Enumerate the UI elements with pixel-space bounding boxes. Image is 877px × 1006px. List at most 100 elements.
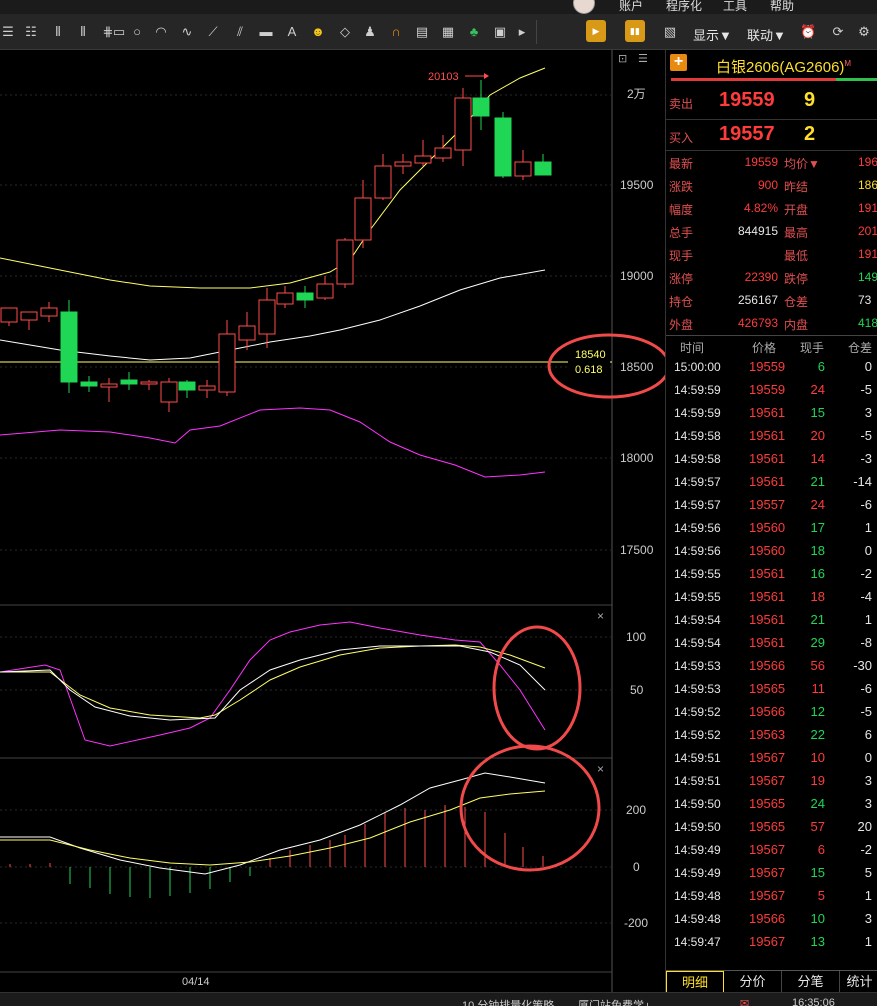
tick-time: 14:59:55	[674, 567, 721, 581]
tick-row[interactable]: 14:59:58 19561 20 -5	[666, 425, 877, 448]
sync-icon[interactable]: ⟳	[830, 24, 846, 40]
orderbook-sell-row[interactable]: 卖出 19559 9	[666, 86, 877, 116]
kline-chart[interactable]: 2万 19500 19000 18500 18000 17500 100 50 …	[0, 50, 665, 992]
fib-lines-icon[interactable]: ⦀	[75, 24, 91, 40]
calculator-icon[interactable]: ▦	[440, 24, 456, 40]
tick-time: 14:59:48	[674, 912, 721, 926]
fan-icon[interactable]: ⟋	[205, 24, 221, 40]
smiley-icon[interactable]: ☻	[310, 24, 326, 40]
tick-row[interactable]: 14:59:52 19566 12 -5	[666, 701, 877, 724]
tick-row[interactable]: 14:59:58 19561 14 -3	[666, 448, 877, 471]
tick-price: 19566	[749, 911, 786, 926]
bell-icon[interactable]: ♟	[362, 24, 378, 40]
tick-row[interactable]: 14:59:51 19567 10 0	[666, 747, 877, 770]
table-icon[interactable]: ▤	[414, 24, 430, 40]
tick-row[interactable]: 14:59:49 19567 15 5	[666, 862, 877, 885]
tick-row[interactable]: 14:59:53 19565 11 -6	[666, 678, 877, 701]
menu-bar: 账户 程序化 工具 帮助	[0, 0, 877, 14]
candle-body	[0, 307, 18, 323]
tick-volume: 10	[810, 911, 825, 926]
price-axis-label: 17500	[620, 543, 654, 557]
candle-body	[178, 381, 196, 391]
menu-tools[interactable]: 工具	[723, 0, 747, 14]
chart-settings-icon[interactable]: ⊡	[618, 53, 627, 65]
ray-tool-icon[interactable]: ☷	[23, 24, 39, 40]
info-key: 均价▼	[784, 157, 820, 171]
tick-row[interactable]: 14:59:56 19560 18 0	[666, 540, 877, 563]
parallel-lines-icon[interactable]: ⦀	[50, 24, 66, 40]
kdj-d-line	[0, 644, 546, 719]
link-dropdown[interactable]: 联动▼	[747, 25, 786, 44]
circle-icon[interactable]: ○	[129, 24, 145, 40]
tab-price-distribution[interactable]: 分价	[724, 971, 782, 992]
display-dropdown[interactable]: 显示▼	[693, 25, 732, 44]
arc-icon[interactable]: ◠	[153, 24, 169, 40]
menu-programmatic[interactable]: 程序化	[666, 0, 702, 14]
chart-menu-icon[interactable]: ☰	[638, 53, 648, 65]
close-kdj-panel-icon[interactable]: ×	[597, 609, 604, 623]
tick-row[interactable]: 14:59:50 19565 57 20	[666, 816, 877, 839]
tick-time: 14:59:57	[674, 498, 721, 512]
vip-chart-icon[interactable]: ▮▮	[625, 20, 645, 42]
tick-row[interactable]: 14:59:48 19566 10 3	[666, 908, 877, 931]
tick-row[interactable]: 14:59:59 19561 15 3	[666, 402, 877, 425]
tab-detail[interactable]: 明细	[666, 971, 724, 992]
info-key: 仓差	[784, 295, 809, 309]
tick-row[interactable]: 14:59:54 19561 29 -8	[666, 632, 877, 655]
channel-icon[interactable]: ⫽	[232, 24, 248, 40]
kline-chart-area[interactable]: 2万 19500 19000 18500 18000 17500 100 50 …	[0, 50, 665, 992]
wave-icon[interactable]: ∿	[179, 24, 195, 40]
line-tool-icon[interactable]: ☰	[0, 24, 16, 40]
tick-row[interactable]: 14:59:51 19567 19 3	[666, 770, 877, 793]
tick-row[interactable]: 14:59:50 19565 24 3	[666, 793, 877, 816]
clover-icon[interactable]: ♣	[466, 24, 482, 40]
settings-icon[interactable]: ⚙	[856, 24, 872, 40]
drawing-toolbar: ☰ ☷ ⦀ ⦀ ⋕ ▭ ○ ◠ ∿ ⟋ ⫽ ▬ A ☻ ◇ ♟ ∩ ▤ ▦ ♣ …	[0, 14, 877, 50]
contract-name[interactable]: 白银2606(AG2606)M	[716, 56, 851, 77]
tick-row[interactable]: 15:00:00 19559 6 0	[666, 356, 877, 379]
status-alert-icon[interactable]: ✉	[740, 997, 749, 1006]
image-icon[interactable]: ▣	[492, 24, 508, 40]
tick-row[interactable]: 14:59:48 19567 5 1	[666, 885, 877, 908]
alarm-clock-icon[interactable]: ⏰	[800, 24, 816, 40]
tick-time: 14:59:52	[674, 705, 721, 719]
layout-icon[interactable]: ▧	[662, 24, 678, 40]
tick-row[interactable]: 14:59:52 19563 22 6	[666, 724, 877, 747]
candle-body	[120, 379, 138, 385]
vip-play-icon[interactable]: ▶	[586, 20, 606, 42]
status-strategy-ad[interactable]: 10 分钟排量化策略	[462, 997, 554, 1006]
tick-row[interactable]: 14:59:54 19561 21 1	[666, 609, 877, 632]
rectangle-icon[interactable]: ▭	[111, 24, 127, 40]
info-value: 426793	[737, 316, 778, 330]
menu-account[interactable]: 账户	[619, 0, 643, 14]
user-avatar[interactable]	[573, 0, 595, 14]
tick-row[interactable]: 14:59:57 19557 24 -6	[666, 494, 877, 517]
tick-price: 19567	[749, 750, 786, 765]
tick-row[interactable]: 14:59:55 19561 18 -4	[666, 586, 877, 609]
menu-help[interactable]: 帮助	[770, 0, 794, 14]
tick-row[interactable]: 14:59:55 19561 16 -2	[666, 563, 877, 586]
tick-row[interactable]: 14:59:59 19559 24 -5	[666, 379, 877, 402]
candle-body	[140, 381, 158, 385]
magnet-icon[interactable]: ∩	[388, 24, 404, 40]
candle-body	[472, 97, 490, 117]
buy-strength-bar	[671, 78, 836, 81]
orderbook-buy-row[interactable]: 买入 19557 2	[666, 119, 877, 149]
tick-row[interactable]: 14:59:53 19566 56 -30	[666, 655, 877, 678]
tick-row[interactable]: 14:59:47 19567 13 1	[666, 931, 877, 954]
tick-price: 19559	[749, 359, 786, 374]
more-tools-icon[interactable]: ▸	[517, 24, 527, 40]
text-icon[interactable]: A	[284, 24, 300, 40]
ruler-icon[interactable]: ▬	[258, 24, 274, 40]
tick-row[interactable]: 14:59:49 19567 6 -2	[666, 839, 877, 862]
candle-body	[336, 239, 354, 285]
status-promo[interactable]: 厦门站免费学」	[578, 997, 655, 1006]
tick-row[interactable]: 14:59:56 19560 17 1	[666, 517, 877, 540]
tab-tick-by-tick[interactable]: 分笔	[782, 971, 840, 992]
tab-statistics[interactable]: 统计	[840, 971, 877, 992]
eraser-icon[interactable]: ◇	[337, 24, 353, 40]
close-macd-panel-icon[interactable]: ×	[597, 762, 604, 776]
tick-row[interactable]: 14:59:57 19561 21 -14	[666, 471, 877, 494]
tick-volume: 6	[817, 359, 825, 374]
add-contract-icon[interactable]: +	[670, 54, 687, 71]
